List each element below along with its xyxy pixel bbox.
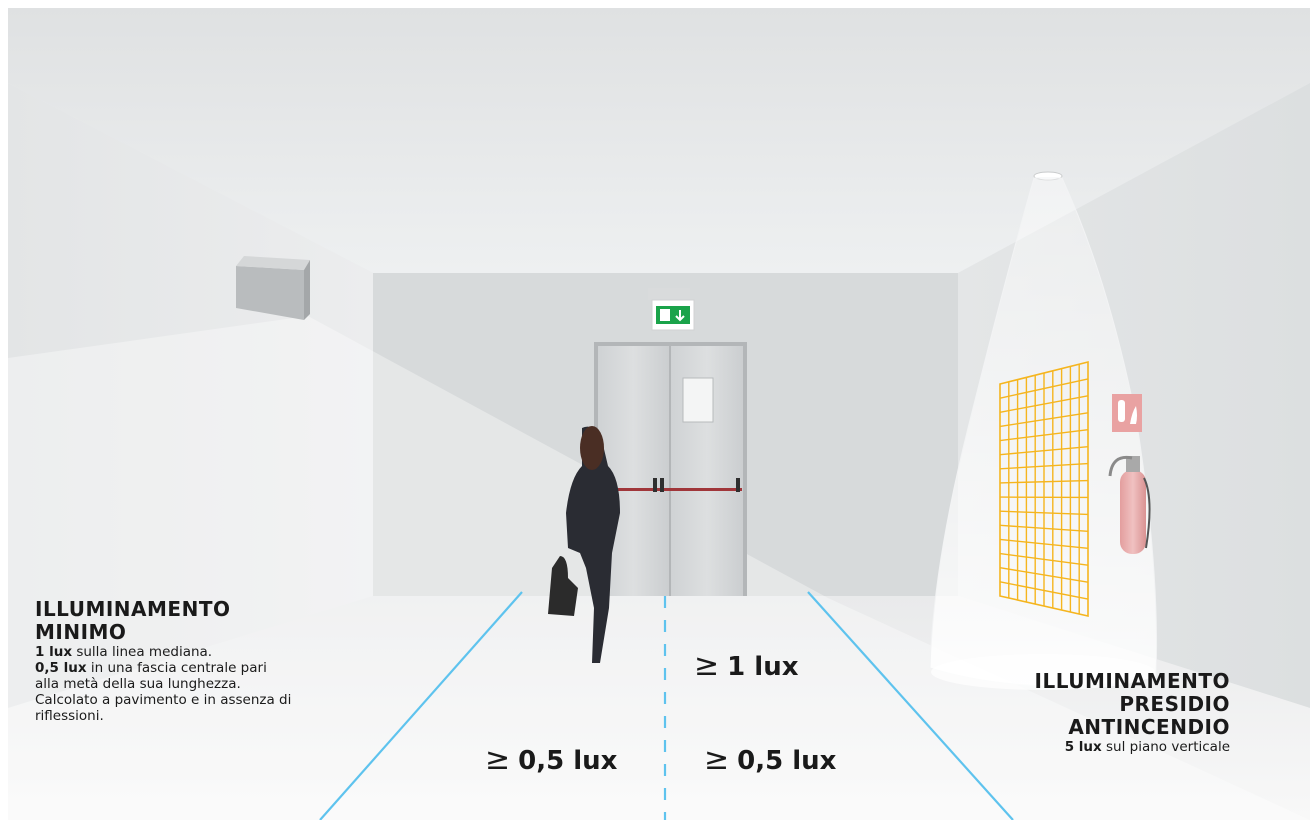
lux-center-value: 1 lux (727, 652, 799, 682)
ge-symbol: ≥ (694, 648, 720, 683)
vertical-bold: 5 lux (1064, 739, 1102, 755)
minimum-illuminance-text: 1 lux sulla linea mediana. 0,5 lux in un… (35, 644, 295, 724)
line1-bold: 1 lux (35, 644, 73, 660)
emergency-exit-icon (648, 288, 695, 331)
lux-label-left: ≥0,5 lux (485, 742, 617, 777)
fire-point-illuminance-info: ILLUMINAMENTO PRESIDIO ANTINCENDIO 5 lux… (970, 669, 1230, 756)
fire-point-illuminance-title: ILLUMINAMENTO PRESIDIO ANTINCENDIO (1034, 669, 1230, 739)
ge-symbol: ≥ (704, 742, 730, 777)
line1-rest: sulla linea mediana. (72, 644, 213, 660)
minimum-illuminance-info: ILLUMINAMENTO MINIMO 1 lux sulla linea m… (35, 597, 295, 725)
lux-right-value: 0,5 lux (737, 746, 837, 776)
minimum-illuminance-title: ILLUMINAMENTO MINIMO (35, 597, 231, 644)
ge-symbol: ≥ (485, 742, 511, 777)
fire-extinguisher-sign-icon (1112, 394, 1142, 432)
exit-door (594, 342, 747, 596)
line2-bold: 0,5 lux (35, 660, 87, 676)
scene-illustration: ILLUMINAMENTO MINIMO 1 lux sulla linea m… (8, 8, 1310, 820)
lux-label-right: ≥0,5 lux (704, 742, 836, 777)
vertical-rest: sul piano verticale (1101, 739, 1230, 755)
lux-left-value: 0,5 lux (518, 746, 618, 776)
fire-point-illuminance-text: 5 lux sul piano verticale (970, 739, 1230, 755)
lux-label-center: ≥1 lux (694, 648, 798, 683)
